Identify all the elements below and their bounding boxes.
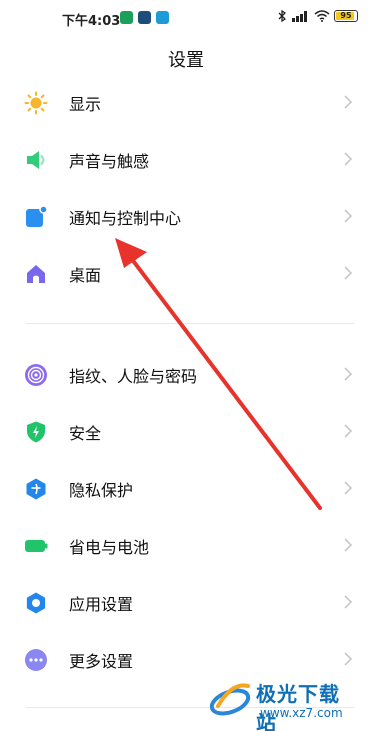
settings-item-security[interactable]: 安全 (0, 407, 372, 455)
sun-icon (24, 91, 48, 115)
settings-item-label: 省电与电池 (69, 538, 150, 557)
privacy-icon (26, 478, 46, 500)
chevron-right-icon (344, 481, 353, 495)
speaker-icon (27, 151, 45, 169)
status-bar: 下午4:03 95 (0, 0, 372, 36)
notification-icon (26, 205, 48, 227)
settings-item-label: 通知与控制中心 (69, 209, 182, 228)
chevron-right-icon (344, 538, 353, 552)
chevron-right-icon (344, 209, 353, 223)
battery-level: 95 (340, 11, 352, 20)
settings-item-privacy[interactable]: 隐私保护 (0, 464, 372, 512)
chevron-right-icon (344, 595, 353, 609)
battery-indicator: 95 (334, 10, 358, 22)
status-time: 下午4:03 (62, 14, 121, 29)
bluetooth-icon (278, 10, 286, 22)
fingerprint-icon (25, 364, 47, 386)
gear-icon (26, 592, 46, 614)
settings-item-fingerprint-face-password[interactable]: 指纹、人脸与密码 (0, 350, 372, 398)
chevron-right-icon (344, 424, 353, 438)
logo-icon (209, 683, 251, 716)
battery-icon (25, 540, 48, 552)
signal-icon (292, 11, 307, 22)
watermark-url: www.xz7.com (260, 706, 343, 720)
settings-item-label: 桌面 (69, 266, 102, 285)
wifi-icon (314, 10, 330, 22)
settings-item-label: 声音与触感 (69, 152, 150, 171)
settings-item-label: 隐私保护 (69, 481, 134, 500)
chevron-right-icon (344, 652, 353, 666)
page-title: 设置 (168, 50, 204, 71)
app-notification-icon (138, 11, 151, 24)
chevron-right-icon (344, 367, 353, 381)
settings-item-home-screen[interactable]: 桌面 (0, 249, 372, 297)
watermark-logo: 极光下载站 www.xz7.com (208, 676, 358, 731)
app-notification-icon (156, 11, 169, 24)
settings-item-notifications[interactable]: 通知与控制中心 (0, 192, 372, 240)
settings-item-label: 安全 (69, 424, 102, 443)
chevron-right-icon (344, 152, 353, 166)
settings-item-label: 显示 (69, 95, 102, 114)
settings-item-battery[interactable]: 省电与电池 (0, 521, 372, 569)
settings-item-label: 应用设置 (69, 595, 134, 614)
app-notification-icon (120, 11, 133, 24)
settings-item-app-settings[interactable]: 应用设置 (0, 578, 372, 626)
settings-item-label: 指纹、人脸与密码 (69, 367, 198, 386)
chevron-right-icon (344, 95, 353, 109)
shield-icon (27, 421, 45, 443)
chevron-right-icon (344, 266, 353, 280)
home-icon (27, 265, 45, 283)
watermark-name: 极光下载站 (256, 682, 340, 731)
settings-item-display[interactable]: 显示 (0, 78, 372, 126)
notification-icons (120, 11, 169, 24)
more-icon (25, 649, 47, 671)
section-divider (26, 323, 354, 324)
settings-item-sound[interactable]: 声音与触感 (0, 135, 372, 183)
settings-item-label: 更多设置 (69, 652, 134, 671)
status-indicators: 95 (278, 10, 358, 22)
